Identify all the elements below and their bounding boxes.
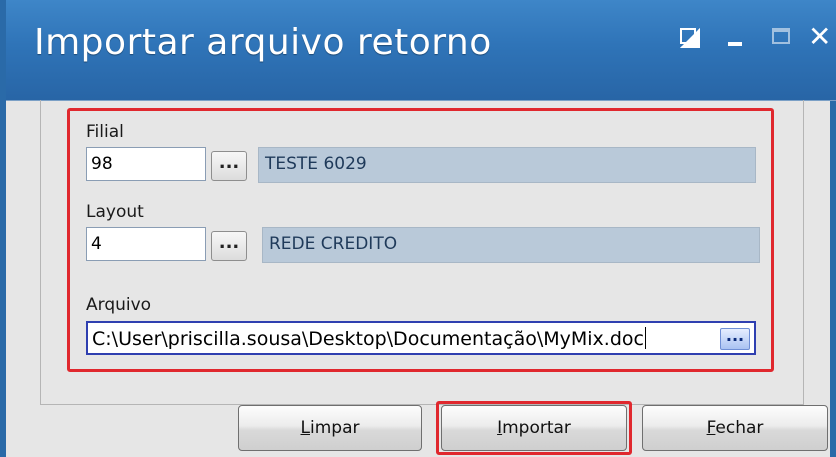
fechar-label: echar xyxy=(715,418,764,438)
arquivo-browse-button[interactable]: ... xyxy=(720,328,750,350)
fechar-button[interactable]: Fechar xyxy=(642,405,828,451)
layout-description-field: REDE CREDITO xyxy=(262,227,760,263)
limpar-mnemonic: L xyxy=(300,418,310,438)
close-icon[interactable]: ✕ xyxy=(808,23,836,52)
filial-lookup-button[interactable]: ... xyxy=(211,151,247,181)
filial-description-field: TESTE 6029 xyxy=(258,147,756,183)
limpar-button[interactable]: Limpar xyxy=(238,405,422,451)
layout-lookup-button[interactable]: ... xyxy=(211,231,247,261)
layout-code-input[interactable]: 4 xyxy=(86,227,206,261)
arquivo-path-text: C:\User\priscilla.sousa\Desktop\Document… xyxy=(92,328,644,350)
limpar-label: impar xyxy=(310,418,360,438)
maximize-icon[interactable] xyxy=(768,24,796,52)
filial-label: Filial xyxy=(86,122,124,142)
minimize-icon[interactable] xyxy=(722,24,750,52)
filial-code-input[interactable]: 98 xyxy=(86,147,206,181)
arquivo-label: Arquivo xyxy=(86,295,152,315)
restore-icon[interactable] xyxy=(676,24,704,52)
layout-label: Layout xyxy=(86,202,144,222)
text-caret xyxy=(644,327,646,349)
title-bar[interactable]: Importar arquivo retorno ✕ xyxy=(6,0,836,101)
window-title: Importar arquivo retorno xyxy=(34,22,492,63)
arquivo-path-input[interactable]: C:\User\priscilla.sousa\Desktop\Document… xyxy=(86,321,756,355)
highlight-box-importar xyxy=(436,401,632,455)
